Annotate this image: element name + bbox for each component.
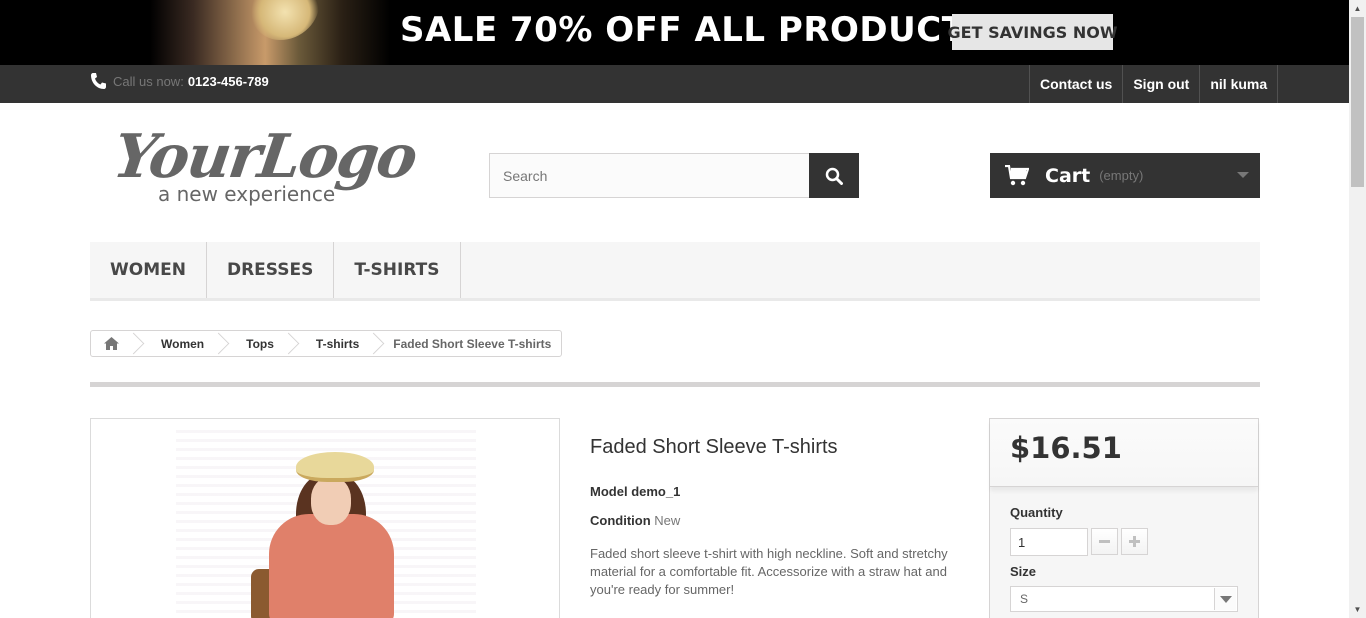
scroll-up-arrow[interactable]: ▲ bbox=[1349, 0, 1366, 17]
chevron-down-icon bbox=[1237, 172, 1249, 178]
product-model-hat bbox=[296, 452, 374, 482]
page-scrollbar[interactable]: ▲ ▼ bbox=[1349, 0, 1366, 618]
size-selected-value: S bbox=[1020, 592, 1029, 606]
breadcrumb-separator bbox=[216, 331, 226, 356]
breadcrumb-separator bbox=[371, 331, 381, 356]
phone-icon bbox=[91, 73, 106, 89]
plus-icon bbox=[1129, 536, 1140, 547]
chevron-down-icon bbox=[1214, 588, 1236, 610]
site-logo[interactable]: YourLogo a new experience bbox=[109, 122, 420, 212]
quantity-input[interactable] bbox=[1010, 528, 1088, 556]
quantity-decrease-button[interactable] bbox=[1091, 528, 1118, 555]
scroll-down-arrow[interactable]: ▼ bbox=[1349, 601, 1366, 618]
banner-title: SALE 70% OFF ALL PRODUCTS bbox=[400, 10, 991, 50]
size-label: Size bbox=[1010, 564, 1037, 579]
product-description: Faded short sleeve t-shirt with high nec… bbox=[590, 546, 948, 597]
menu-item-women[interactable]: WOMEN bbox=[90, 242, 207, 298]
sign-out-link[interactable]: Sign out bbox=[1123, 65, 1201, 103]
cart-status: (empty) bbox=[1099, 168, 1144, 183]
top-nav-bar: Call us now: 0123-456-789 Contact us Sig… bbox=[0, 65, 1349, 103]
top-links: Contact us Sign out nil kuma bbox=[1029, 65, 1279, 103]
cart-icon bbox=[1005, 164, 1029, 185]
menu-item-dresses[interactable]: DRESSES bbox=[207, 242, 335, 298]
call-us-label: Call us now: bbox=[113, 73, 184, 89]
minus-icon bbox=[1099, 540, 1110, 543]
quantity-increase-button[interactable] bbox=[1121, 528, 1148, 555]
condition-value: New bbox=[654, 513, 681, 528]
product-condition: Condition New bbox=[590, 513, 680, 528]
breadcrumb-current: Faded Short Sleeve T-shirts bbox=[393, 336, 552, 351]
price-area: $16.51 bbox=[990, 419, 1258, 487]
search-button[interactable] bbox=[809, 153, 859, 198]
buy-box: $16.51 Quantity Size S bbox=[989, 418, 1259, 618]
account-link[interactable]: nil kuma bbox=[1200, 65, 1279, 103]
breadcrumb: Women Tops T-shirts Faded Short Sleeve T… bbox=[90, 330, 563, 357]
search-input[interactable] bbox=[489, 153, 809, 198]
cart-label: Cart bbox=[1045, 164, 1091, 187]
cart-dropdown[interactable]: Cart (empty) bbox=[990, 153, 1260, 198]
product-model-face bbox=[311, 477, 351, 525]
product-price: $16.51 bbox=[1010, 431, 1122, 465]
menu-item-tshirts[interactable]: T-SHIRTS bbox=[334, 242, 461, 298]
logo-tagline: a new experience bbox=[158, 182, 336, 206]
product-image[interactable] bbox=[90, 418, 560, 618]
model-label: Model bbox=[590, 484, 628, 499]
search-icon bbox=[825, 167, 843, 185]
product-title: Faded Short Sleeve T-shirts bbox=[590, 436, 838, 458]
model-value: demo_1 bbox=[631, 484, 681, 499]
breadcrumb-separator bbox=[286, 331, 296, 356]
condition-label: Condition bbox=[590, 513, 651, 528]
promo-banner[interactable]: SALE 70% OFF ALL PRODUCTS GET SAVINGS NO… bbox=[0, 0, 1349, 65]
search-bar bbox=[489, 153, 859, 198]
breadcrumb-women[interactable]: Women bbox=[141, 331, 216, 356]
get-savings-button[interactable]: GET SAVINGS NOW bbox=[948, 14, 1117, 50]
scrollbar-thumb[interactable] bbox=[1351, 17, 1364, 187]
quantity-label: Quantity bbox=[1010, 505, 1063, 520]
phone-number: 0123-456-789 bbox=[187, 73, 269, 89]
size-select[interactable]: S bbox=[1010, 586, 1238, 612]
product-model: Model demo_1 bbox=[590, 484, 680, 499]
product-model-shirt bbox=[269, 514, 394, 618]
contact-us-link[interactable]: Contact us bbox=[1030, 65, 1124, 103]
page-divider bbox=[90, 382, 1260, 387]
call-us-info: Call us now: 0123-456-789 bbox=[90, 72, 269, 90]
breadcrumb-separator bbox=[131, 331, 141, 356]
main-menu: WOMEN DRESSES T-SHIRTS bbox=[90, 242, 1260, 301]
home-icon bbox=[103, 337, 119, 350]
breadcrumb-tshirts[interactable]: T-shirts bbox=[296, 331, 371, 356]
